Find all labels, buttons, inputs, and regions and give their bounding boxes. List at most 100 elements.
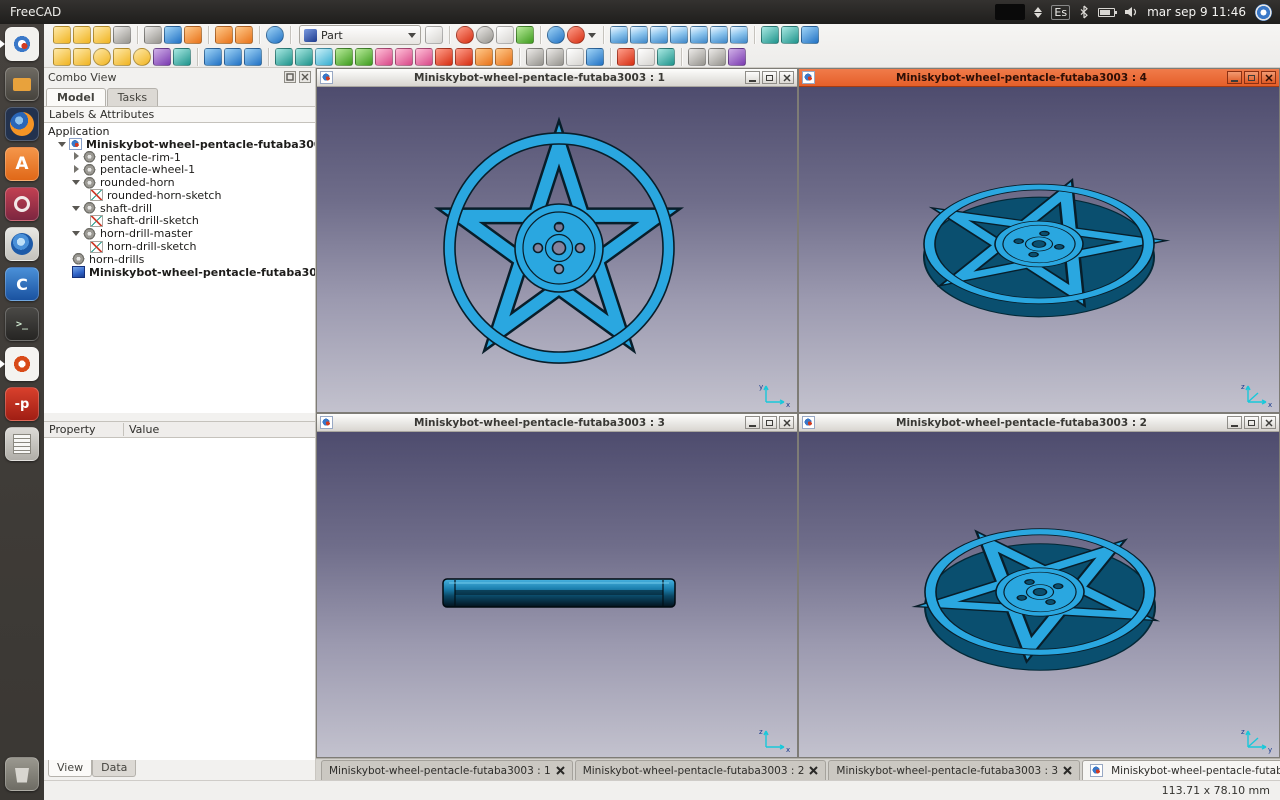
- expander-closed-icon[interactable]: [72, 152, 81, 161]
- macro-execute-icon[interactable]: [516, 26, 534, 44]
- print-icon[interactable]: [113, 26, 131, 44]
- float-panel-icon[interactable]: [284, 71, 296, 83]
- tree-item-document[interactable]: Miniskybot-wheel-pentacle-futaba3003: [44, 138, 315, 151]
- shape-builder-icon[interactable]: [173, 48, 191, 66]
- window-titlebar[interactable]: Miniskybot-wheel-pentacle-futaba3003 : 2: [799, 414, 1279, 432]
- thickness-icon[interactable]: [495, 48, 513, 66]
- chevron-down-icon[interactable]: [588, 33, 596, 38]
- sketch-new-icon[interactable]: [617, 48, 635, 66]
- copy-icon[interactable]: [164, 26, 182, 44]
- fillet-icon[interactable]: [335, 48, 353, 66]
- cut-icon[interactable]: [144, 26, 162, 44]
- maximize-button[interactable]: [762, 416, 777, 429]
- clip-plane-icon[interactable]: [761, 26, 779, 44]
- macro-stop-icon[interactable]: [476, 26, 494, 44]
- tree-item-pentacle-wheel[interactable]: pentacle-wheel-1: [44, 163, 315, 176]
- window-titlebar[interactable]: Miniskybot-wheel-pentacle-futaba3003 : 3: [317, 414, 797, 432]
- launcher-item-freecad[interactable]: [0, 24, 44, 64]
- texture-icon[interactable]: [781, 26, 799, 44]
- window-titlebar[interactable]: Miniskybot-wheel-pentacle-futaba3003 : 4: [799, 69, 1279, 87]
- launcher-item-text-editor[interactable]: [0, 424, 44, 464]
- save-document-icon[interactable]: [93, 26, 111, 44]
- boolean-union-icon[interactable]: [204, 48, 222, 66]
- minimize-button[interactable]: [1227, 416, 1242, 429]
- property-table-body[interactable]: [44, 438, 315, 760]
- window-titlebar[interactable]: Miniskybot-wheel-pentacle-futaba3003 : 1: [317, 69, 797, 87]
- whats-this-icon[interactable]: [425, 26, 443, 44]
- battery-icon[interactable]: [1098, 8, 1115, 17]
- launcher-item-p-app[interactable]: -p: [0, 384, 44, 424]
- session-gear-icon[interactable]: [1255, 4, 1272, 21]
- tree-item-pentacle-rim[interactable]: pentacle-rim-1: [44, 151, 315, 164]
- sweep-icon[interactable]: [415, 48, 433, 66]
- close-panel-icon[interactable]: [299, 71, 311, 83]
- close-button[interactable]: [1261, 71, 1276, 84]
- viewport-3d[interactable]: x z: [317, 432, 797, 757]
- compound-explode-icon[interactable]: [546, 48, 564, 66]
- new-document-icon[interactable]: [53, 26, 71, 44]
- tab-data[interactable]: Data: [92, 760, 136, 777]
- close-button[interactable]: [779, 71, 794, 84]
- macro-edit-icon[interactable]: [496, 26, 514, 44]
- macro-record-icon[interactable]: [456, 26, 474, 44]
- launcher-item-chromium[interactable]: [0, 224, 44, 264]
- mirror-icon[interactable]: [315, 48, 333, 66]
- tree-item-shaft-drill-sketch[interactable]: shaft-drill-sketch: [44, 215, 315, 228]
- mdi-tab-1[interactable]: Miniskybot-wheel-pentacle-futaba3003 : 1: [321, 760, 573, 780]
- close-button[interactable]: [1261, 416, 1276, 429]
- expander-open-icon[interactable]: [58, 140, 67, 149]
- import-part-icon[interactable]: [688, 48, 706, 66]
- bluetooth-icon[interactable]: [1079, 5, 1089, 19]
- tree-item-horn-drills[interactable]: horn-drills: [44, 253, 315, 266]
- boolean-cut-icon[interactable]: [224, 48, 242, 66]
- launcher-item-trash[interactable]: [0, 754, 44, 794]
- launcher-item-software[interactable]: A: [0, 144, 44, 184]
- tree-item-horn-drill-sketch[interactable]: horn-drill-sketch: [44, 240, 315, 253]
- close-tab-icon[interactable]: [809, 766, 818, 775]
- ruled-surface-icon[interactable]: [375, 48, 393, 66]
- measure-distance-icon[interactable]: [801, 26, 819, 44]
- minimize-button[interactable]: [745, 416, 760, 429]
- tree-item-rounded-horn-sketch[interactable]: rounded-horn-sketch: [44, 189, 315, 202]
- maximize-button[interactable]: [762, 71, 777, 84]
- draw-style-icon[interactable]: [567, 26, 585, 44]
- view-top-icon[interactable]: [650, 26, 668, 44]
- compound-icon[interactable]: [526, 48, 544, 66]
- tab-view[interactable]: View: [48, 760, 92, 777]
- box-primitive-icon[interactable]: [53, 48, 71, 66]
- tree-item-application[interactable]: Application: [44, 125, 315, 138]
- tree-item-shaft-drill[interactable]: shaft-drill: [44, 202, 315, 215]
- loft-icon[interactable]: [395, 48, 413, 66]
- create-primitives-icon[interactable]: [153, 48, 171, 66]
- close-button[interactable]: [779, 416, 794, 429]
- offset-3d-icon[interactable]: [475, 48, 493, 66]
- close-tab-icon[interactable]: [1063, 766, 1072, 775]
- view-front-icon[interactable]: [630, 26, 648, 44]
- viewport-3d[interactable]: x z: [799, 87, 1279, 412]
- torus-primitive-icon[interactable]: [133, 48, 151, 66]
- cylinder-primitive-icon[interactable]: [73, 48, 91, 66]
- launcher-item-firefox[interactable]: [0, 104, 44, 144]
- open-document-icon[interactable]: [73, 26, 91, 44]
- launcher-item-files[interactable]: [0, 64, 44, 104]
- close-tab-icon[interactable]: [556, 766, 565, 775]
- paste-icon[interactable]: [184, 26, 202, 44]
- view-left-icon[interactable]: [730, 26, 748, 44]
- minimize-button[interactable]: [1227, 71, 1242, 84]
- view-right-icon[interactable]: [670, 26, 688, 44]
- network-updown-icon[interactable]: [1034, 7, 1042, 18]
- launcher-item-ubuntu-one[interactable]: [0, 184, 44, 224]
- revolve-icon[interactable]: [295, 48, 313, 66]
- view-bottom-icon[interactable]: [710, 26, 728, 44]
- mdi-tab-3[interactable]: Miniskybot-wheel-pentacle-futaba3003 : 3: [828, 760, 1080, 780]
- tab-tasks[interactable]: Tasks: [107, 88, 158, 106]
- launcher-item-freecad-alt[interactable]: [0, 344, 44, 384]
- defeaturing-icon[interactable]: [586, 48, 604, 66]
- refresh-icon[interactable]: [266, 26, 284, 44]
- launcher-item-terminal[interactable]: >_: [0, 304, 44, 344]
- fit-all-icon[interactable]: [547, 26, 565, 44]
- appearance-icon[interactable]: [728, 48, 746, 66]
- panel-splitter[interactable]: [44, 413, 315, 421]
- boolean-intersection-icon[interactable]: [244, 48, 262, 66]
- map-sketch-icon[interactable]: [657, 48, 675, 66]
